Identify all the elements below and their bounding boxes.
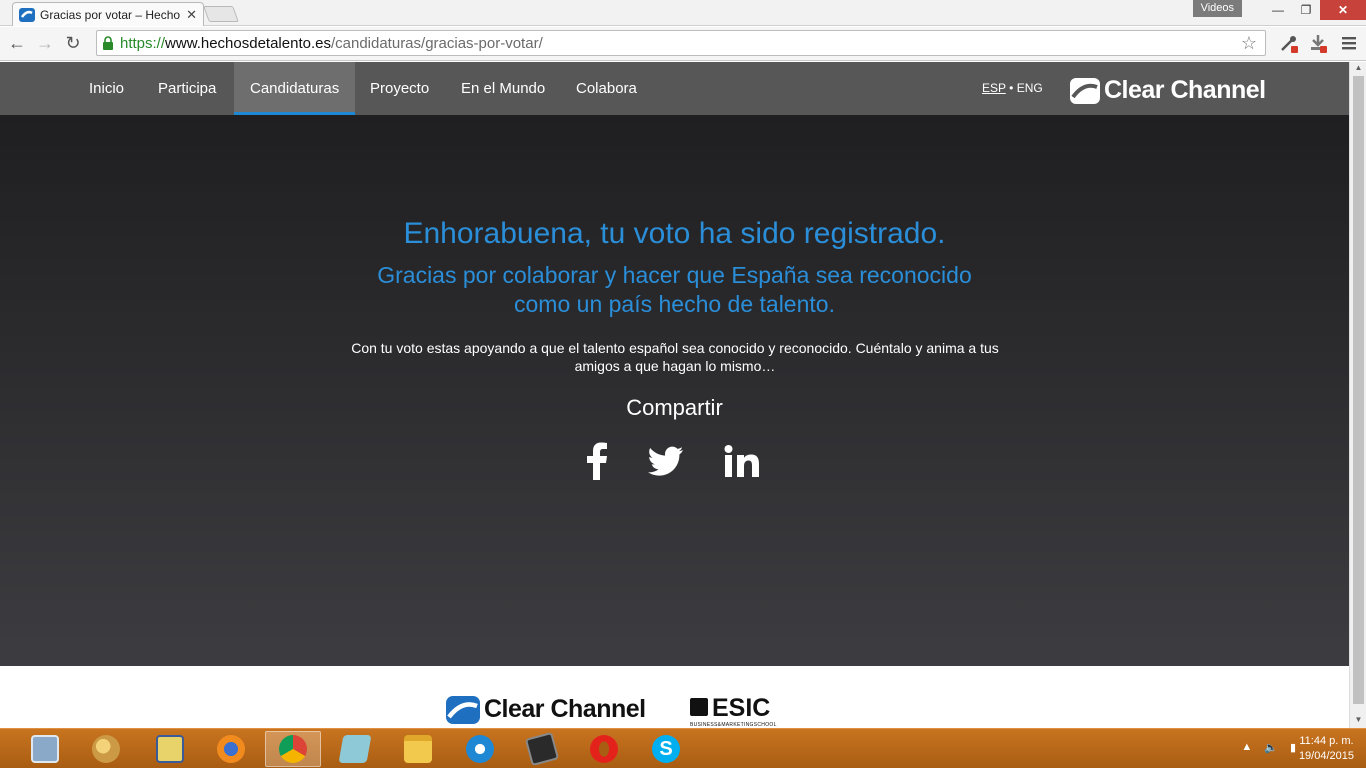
browser-tab-strip: Gracias por votar – Hecho ✕ Videos — ❐ ✕	[0, 0, 1366, 26]
linkedin-icon[interactable]	[720, 440, 764, 482]
reload-icon[interactable]: ↻	[59, 30, 87, 58]
eyedropper-extension-icon[interactable]	[1278, 32, 1300, 54]
window-controls: Videos — ❐ ✕	[1192, 0, 1366, 20]
opera-icon[interactable]	[576, 731, 632, 767]
nav-item-candidaturas[interactable]: Candidaturas	[234, 62, 356, 115]
share-heading: Compartir	[626, 395, 723, 420]
tray-expand-icon[interactable]: ▲	[1241, 741, 1252, 754]
nav-item-colabora[interactable]: Colabora	[560, 62, 653, 115]
esic-wordmark: ESIC	[712, 694, 771, 722]
notepad-icon[interactable]	[142, 731, 198, 767]
url-scheme: https://	[120, 34, 166, 52]
calculator-icon[interactable]	[17, 731, 73, 767]
url-path: /candidaturas/gracias-por-votar/	[330, 34, 543, 52]
clear-channel-favicon-icon	[19, 7, 35, 22]
clear-channel-wordmark: Clear Channel	[1104, 76, 1266, 104]
download-extension-icon[interactable]	[1307, 32, 1329, 54]
footer-clear-channel-logo[interactable]: Clear Channel	[446, 695, 646, 724]
twitter-icon[interactable]	[646, 440, 686, 482]
scroll-down-arrow-icon[interactable]: ▼	[1350, 715, 1366, 727]
paint-icon[interactable]	[78, 731, 134, 767]
clear-channel-logo[interactable]: Clear Channel	[1070, 76, 1266, 105]
scroll-thumb[interactable]	[1353, 76, 1364, 704]
esic-logo[interactable]: ESIC BUSINESS&MARKETINGSCHOOL	[690, 695, 777, 728]
nav-item-proyecto[interactable]: Proyecto	[354, 62, 445, 115]
confirmation-hero: Enhorabuena, tu voto ha sido registrado.…	[0, 115, 1349, 666]
site-footer: Clear Channel ESIC BUSINESS&MARKETINGSCH…	[0, 666, 1349, 728]
window-label: Videos	[1192, 0, 1242, 17]
tab-title: Gracias por votar – Hecho	[40, 7, 181, 22]
browser-toolbar: ← → ↻ https://www.hechosdetalento.es/can…	[0, 27, 1366, 61]
terminal-icon[interactable]	[514, 731, 570, 767]
esic-seal-icon	[690, 698, 708, 716]
window-close-icon[interactable]: ✕	[1320, 0, 1366, 20]
windows-taskbar: S ▲ 🔈 ▮ 11:44 p. m. 19/04/2015	[0, 728, 1366, 768]
back-arrow-icon[interactable]: ←	[3, 30, 31, 58]
file-explorer-icon[interactable]	[390, 731, 446, 767]
lang-esp-link[interactable]: ESP	[982, 81, 1006, 95]
browser-menu-icon[interactable]	[1340, 34, 1358, 52]
page-subtitle: Gracias por colaborar y hacer que España…	[377, 262, 972, 317]
address-bar[interactable]: https://www.hechosdetalento.es/candidatu…	[96, 30, 1266, 56]
internet-explorer-icon[interactable]	[452, 731, 508, 767]
footer-clear-channel-wordmark: Clear Channel	[484, 695, 646, 723]
clear-channel-mark-icon	[1070, 77, 1100, 104]
page-scrollbar[interactable]: ▲ ▼	[1349, 62, 1366, 728]
system-clock[interactable]: 11:44 p. m. 19/04/2015	[1299, 734, 1354, 764]
page-title: Enhorabuena, tu voto ha sido registrado.	[403, 217, 946, 250]
page-body-text: Con tu voto estas apoyando a que el tale…	[351, 340, 999, 374]
system-tray: ▲ 🔈 ▮	[1241, 741, 1296, 754]
lang-eng-link[interactable]: ENG	[1017, 81, 1043, 95]
chrome-icon[interactable]	[265, 731, 321, 767]
forward-arrow-icon[interactable]: →	[31, 30, 59, 58]
onenote-icon[interactable]	[327, 731, 383, 767]
url-host: www.hechosdetalento.es	[165, 34, 331, 52]
bookmark-star-icon[interactable]: ☆	[1241, 33, 1257, 54]
facebook-icon[interactable]	[582, 440, 612, 482]
new-tab-button[interactable]	[203, 6, 239, 22]
nav-item-en-el-mundo[interactable]: En el Mundo	[445, 62, 561, 115]
firefox-icon[interactable]	[203, 731, 259, 767]
skype-icon[interactable]: S	[638, 731, 694, 767]
tab-close-icon[interactable]: ✕	[186, 7, 197, 23]
nav-item-inicio[interactable]: Inicio	[73, 62, 140, 115]
browser-tab[interactable]: Gracias por votar – Hecho ✕	[12, 2, 204, 26]
volume-icon[interactable]: 🔈	[1264, 741, 1278, 754]
scroll-up-arrow-icon[interactable]: ▲	[1350, 63, 1366, 75]
lock-icon	[103, 36, 113, 50]
clock-date: 19/04/2015	[1298, 750, 1354, 762]
clock-time: 11:44 p. m.	[1299, 735, 1354, 747]
lang-separator: •	[1009, 81, 1014, 95]
nav-item-participa[interactable]: Participa	[142, 62, 232, 115]
clear-channel-mark-icon	[446, 695, 480, 724]
network-signal-icon[interactable]: ▮	[1290, 741, 1296, 754]
language-switcher: ESP • ENG	[982, 81, 1043, 95]
restore-icon[interactable]: ❐	[1292, 0, 1320, 20]
minimize-icon[interactable]: —	[1264, 0, 1292, 20]
